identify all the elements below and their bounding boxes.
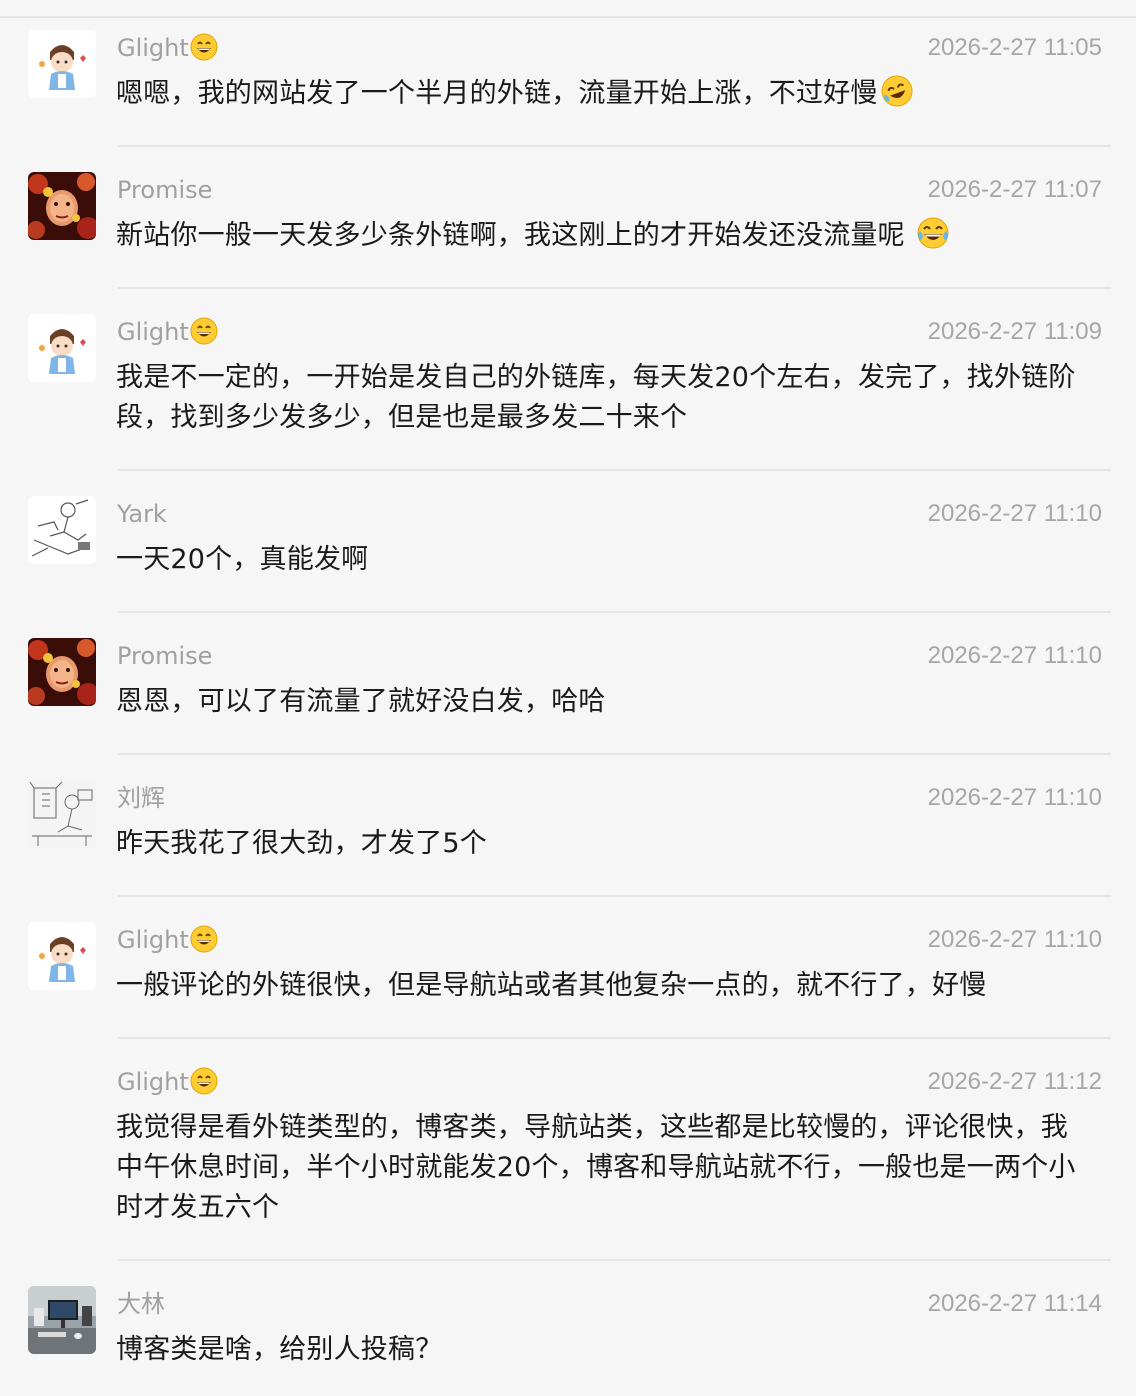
message-divider	[118, 1037, 1111, 1039]
sender-name[interactable]: Promise	[117, 174, 212, 206]
grinning-emoji-icon	[190, 1067, 218, 1095]
tears-of-joy-emoji-icon	[917, 217, 949, 249]
message-text-line: 我是不一定的，一开始是发自己的外链库，每天发20个左右，发完了，找外链阶	[116, 362, 1076, 393]
avatar[interactable]	[28, 496, 96, 564]
cartoon-boy-avatar-icon	[28, 922, 96, 990]
message-text-line: 我觉得是看外链类型的，博客类，导航站类，这些都是比较慢的，评论很快，我	[116, 1112, 1068, 1143]
avatar[interactable]	[28, 638, 96, 706]
sender-name[interactable]: Yark	[117, 498, 167, 530]
sender-name[interactable]: Promise	[117, 640, 212, 672]
red-floral-face-avatar-icon	[28, 638, 96, 706]
avatar[interactable]	[28, 1286, 96, 1354]
message-text: 博客类是啥，给别人投稿？	[116, 1330, 1112, 1370]
message-text-line: 博客类是啥，给别人投稿？	[116, 1334, 443, 1365]
message-time: 2026-2-27 11:12	[927, 1068, 1102, 1095]
message-text: 新站你一般一天发多少条外链啊，我这刚上的才开始发还没流量呢	[116, 216, 1112, 256]
message-divider	[118, 895, 1111, 897]
message-text-line: 中午休息时间，半个小时就能发20个，博客和导航站就不行，一般也是一两个小	[116, 1152, 1076, 1183]
message-text: 我是不一定的，一开始是发自己的外链库，每天发20个左右，发完了，找外链阶 段，找…	[116, 358, 1112, 438]
message-text: 我觉得是看外链类型的，博客类，导航站类，这些都是比较慢的，评论很快，我 中午休息…	[116, 1108, 1112, 1228]
message-text-line: 一天20个，真能发啊	[116, 544, 369, 575]
message-time: 2026-2-27 11:14	[927, 1290, 1102, 1317]
grinning-emoji-icon	[190, 317, 218, 345]
message-time: 2026-2-27 11:10	[927, 500, 1102, 527]
message-time: 2026-2-27 11:10	[927, 784, 1102, 811]
sender-name[interactable]: Glight	[117, 924, 218, 956]
desk-monitor-photo-avatar-icon	[28, 1286, 96, 1354]
message-text-line: 时才发五六个	[116, 1192, 280, 1223]
message-divider	[118, 469, 1111, 471]
message-text-line: 昨天我花了很大劲，才发了5个	[116, 828, 487, 859]
message-text-line: 段，找到多少发多少，但是也是最多发二十来个	[116, 402, 688, 433]
message-time: 2026-2-27 11:10	[927, 926, 1102, 953]
message-divider	[118, 287, 1111, 289]
message-time: 2026-2-27 11:07	[927, 176, 1102, 203]
avatar[interactable]	[28, 172, 96, 240]
message-time: 2026-2-27 11:10	[927, 642, 1102, 669]
message-text: 恩恩，可以了有流量了就好没白发，哈哈	[116, 682, 1112, 722]
sender-name[interactable]: 刘辉	[117, 782, 165, 814]
message-text: 嗯嗯，我的网站发了一个半月的外链，流量开始上涨，不过好慢	[116, 74, 1112, 114]
avatar[interactable]	[28, 314, 96, 382]
sender-name[interactable]: 大林	[117, 1288, 165, 1320]
message-text-line: 嗯嗯，我的网站发了一个半月的外链，流量开始上涨，不过好慢	[116, 78, 878, 109]
sender-name[interactable]: Glight	[117, 316, 218, 348]
message-divider	[118, 1259, 1111, 1261]
message-divider	[118, 145, 1111, 147]
message-divider	[118, 753, 1111, 755]
avatar[interactable]	[28, 30, 96, 98]
message-text: 一天20个，真能发啊	[116, 540, 1112, 580]
cartoon-boy-avatar-icon	[28, 30, 96, 98]
message-text: 昨天我花了很大劲，才发了5个	[116, 824, 1112, 864]
sender-name[interactable]: Glight	[117, 32, 218, 64]
grinning-emoji-icon	[190, 925, 218, 953]
message-text: 一般评论的外链很快，但是导航站或者其他复杂一点的，就不行了，好慢	[116, 966, 1112, 1006]
avatar[interactable]	[28, 780, 96, 848]
message-text-line: 新站你一般一天发多少条外链啊，我这刚上的才开始发还没流量呢	[116, 220, 914, 251]
red-floral-face-avatar-icon	[28, 172, 96, 240]
sketch-room-avatar-icon	[28, 780, 96, 848]
sender-name[interactable]: Glight	[117, 1066, 218, 1098]
sketch-drawing-avatar-icon	[28, 496, 96, 564]
message-text-line: 一般评论的外链很快，但是导航站或者其他复杂一点的，就不行了，好慢	[116, 970, 987, 1001]
message-time: 2026-2-27 11:05	[927, 34, 1102, 61]
crying-laughing-tilted-emoji-icon	[881, 75, 913, 107]
avatar[interactable]	[28, 922, 96, 990]
message-time: 2026-2-27 11:09	[927, 318, 1102, 345]
cartoon-boy-avatar-icon	[28, 314, 96, 382]
message-text-line: 恩恩，可以了有流量了就好没白发，哈哈	[116, 686, 606, 717]
top-divider	[0, 16, 1136, 18]
message-divider	[118, 611, 1111, 613]
grinning-emoji-icon	[190, 33, 218, 61]
